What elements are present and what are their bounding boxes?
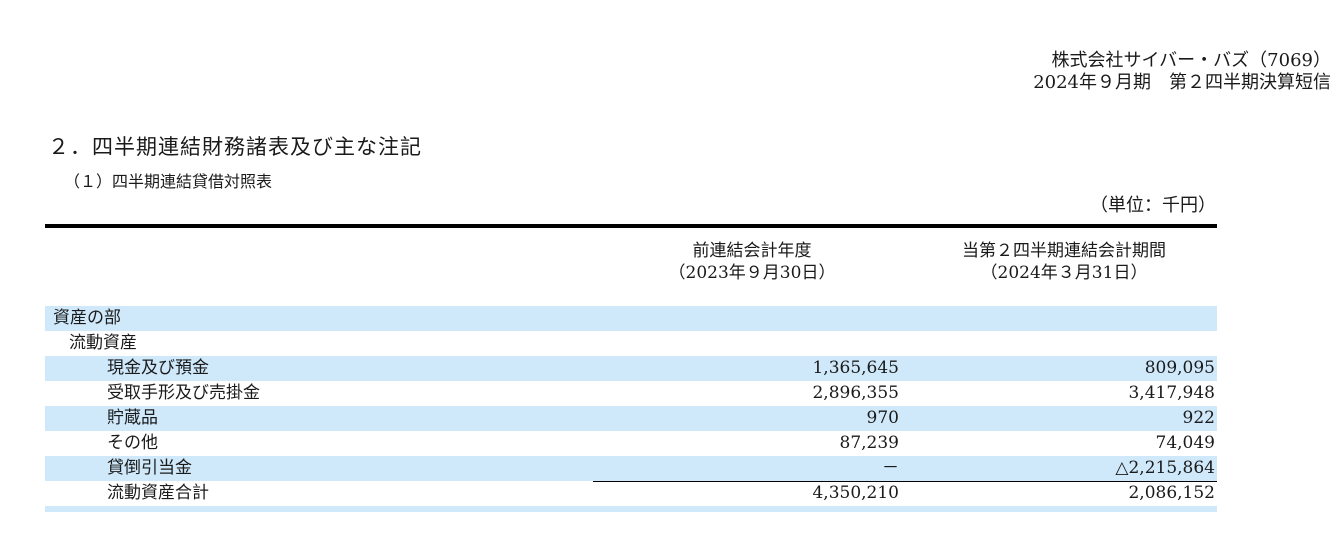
table-row: 貸倒引当金 － △2,215,864 — [45, 456, 1217, 481]
prior-year-value: 4,350,210 — [812, 483, 899, 503]
prior-year-value: － — [882, 458, 899, 478]
current-period-value: 74,049 — [1155, 433, 1215, 453]
table-row-total: 流動資産合計 4,350,210 2,086,152 — [45, 481, 1217, 506]
current-period-value: 2,086,152 — [1128, 483, 1215, 503]
column-header-prior-year: 前連結会計年度 （2023年９月30日） — [593, 240, 911, 284]
unit-label: （単位：千円） — [1090, 195, 1216, 216]
prior-year-value: 87,239 — [839, 433, 899, 453]
row-label: その他 — [107, 433, 158, 453]
row-label: 流動資産合計 — [107, 483, 209, 503]
column-header-current-period: 当第２四半期連結会計期間 （2024年３月31日） — [911, 240, 1217, 284]
prior-year-value: 2,896,355 — [812, 383, 899, 403]
section-title: ２．四半期連結財務諸表及び主な注記 — [48, 135, 422, 159]
row-label: 貸倒引当金 — [107, 458, 192, 478]
company-name: 株式会社サイバー・バズ（7069） — [1051, 50, 1331, 71]
table-row: 資産の部 — [45, 306, 1217, 331]
table-row-cut-off — [45, 506, 1217, 512]
row-label: 資産の部 — [53, 308, 121, 328]
table-row: 流動資産 — [45, 331, 1217, 356]
prior-year-value: 970 — [866, 408, 899, 428]
report-title: 2024年９月期 第２四半期決算短信 — [1033, 72, 1331, 93]
current-period-value: △2,215,864 — [1115, 458, 1215, 478]
column-header-row: 前連結会計年度 （2023年９月30日） 当第２四半期連結会計期間 （2024年… — [45, 228, 1217, 306]
column-header-date: （2024年３月31日） — [980, 263, 1148, 283]
current-period-value: 922 — [1182, 408, 1215, 428]
row-label: 現金及び預金 — [107, 358, 209, 378]
row-label: 流動資産 — [69, 333, 137, 353]
table-row: 受取手形及び売掛金 2,896,355 3,417,948 — [45, 381, 1217, 406]
subsection-title: （１）四半期連結貸借対照表 — [64, 172, 273, 191]
table-row: 現金及び預金 1,365,645 809,095 — [45, 356, 1217, 381]
column-header-line: 前連結会計年度 — [692, 241, 812, 261]
column-header-line: 当第２四半期連結会計期間 — [962, 241, 1166, 261]
row-label: 受取手形及び売掛金 — [107, 383, 260, 403]
balance-sheet-table: 前連結会計年度 （2023年９月30日） 当第２四半期連結会計期間 （2024年… — [45, 224, 1217, 512]
column-header-date: （2023年９月30日） — [668, 263, 836, 283]
table-row: 貯蔵品 970 922 — [45, 406, 1217, 431]
row-label: 貯蔵品 — [107, 408, 158, 428]
prior-year-value: 1,365,645 — [812, 358, 899, 378]
current-period-value: 809,095 — [1144, 358, 1215, 378]
current-period-value: 3,417,948 — [1128, 383, 1215, 403]
company-header: 株式会社サイバー・バズ（7069） 2024年９月期 第２四半期決算短信 — [1033, 50, 1331, 94]
table-row: その他 87,239 74,049 — [45, 431, 1217, 456]
